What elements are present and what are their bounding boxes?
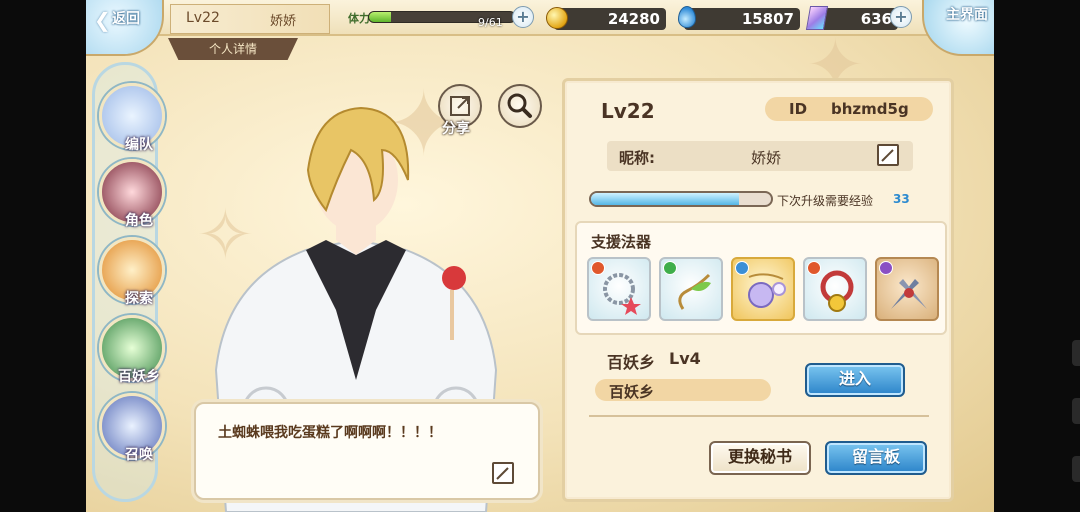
id-label: ID <box>789 100 808 118</box>
add-stamina-button[interactable]: + <box>512 6 534 28</box>
artifact-slot-1[interactable] <box>587 257 651 321</box>
nav-village-label: 百妖乡 <box>118 369 160 385</box>
edit-speech-icon[interactable] <box>492 462 514 484</box>
stamina-value: 9/61 <box>478 16 503 29</box>
share-label: 分享 <box>442 121 470 137</box>
exp-fill <box>591 193 739 205</box>
system-edge-dot <box>1072 398 1080 424</box>
village-pill: 百妖乡 <box>595 379 771 401</box>
id-value: bhzmd5g <box>831 100 909 118</box>
profile-level: Lv22 <box>601 99 655 123</box>
side-nav-rail: 编队 角色 探索 百妖乡 召唤 <box>92 62 165 502</box>
top-bar: Lv22 娇娇 体力 9/61 + 24280 15807 636 + <box>86 0 994 36</box>
zoom-button[interactable] <box>498 84 542 128</box>
home-button[interactable]: 主界面 <box>922 0 994 56</box>
left-letterbox <box>0 0 86 512</box>
nickname-label: 昵称: <box>619 149 655 167</box>
player-name: 娇娇 <box>270 14 297 29</box>
back-arrow-icon: ❮ <box>94 8 111 32</box>
panel-divider <box>589 415 929 417</box>
magnifier-icon <box>507 93 532 118</box>
artifact-slot-5[interactable] <box>875 257 939 321</box>
artifact-slot-2[interactable] <box>659 257 723 321</box>
nav-team-button[interactable]: 编队 <box>99 83 165 153</box>
exp-label: 下次升级需要经验 <box>777 194 874 208</box>
nickname-row: 昵称: 娇娇 <box>607 141 913 171</box>
home-label: 主界面 <box>946 7 988 23</box>
enter-village-button[interactable]: 进入 <box>805 363 905 397</box>
village-level: Lv4 <box>669 349 701 368</box>
artifact-slot-3[interactable] <box>731 257 795 321</box>
right-letterbox <box>994 0 1080 512</box>
spirit-amount: 15807 <box>684 8 800 30</box>
leaf-hook-icon <box>678 273 711 310</box>
gold-coin-icon <box>546 7 568 29</box>
speech-bubble: 土蜘蛛喂我吃蛋糕了啊啊啊！！！！ <box>194 402 540 500</box>
village-name: 百妖乡 <box>607 353 656 372</box>
profile-panel: Lv22 ID bhzmd5g 昵称: 娇娇 下次升级需要经验 33 支援法器 <box>562 78 954 502</box>
player-level: Lv22 <box>186 10 220 26</box>
message-board-button[interactable]: 留言板 <box>825 441 927 475</box>
nav-character-button[interactable]: 角色 <box>99 159 165 229</box>
back-button[interactable]: ❮ 返回 <box>86 0 164 56</box>
orb-necklace-icon <box>748 273 786 308</box>
add-gem-button[interactable]: + <box>890 6 912 28</box>
stamina-fill <box>369 12 391 22</box>
exp-value: 33 <box>893 192 910 206</box>
system-edge-dot <box>1072 456 1080 482</box>
change-secretary-button[interactable]: 更换秘书 <box>709 441 811 475</box>
nav-explore-button[interactable]: 探索 <box>99 237 165 307</box>
nav-summon-label: 召唤 <box>125 447 153 463</box>
village-pill-label: 百妖乡 <box>609 383 655 401</box>
star-bracelet-icon <box>603 273 641 315</box>
nav-explore-label: 探索 <box>125 291 153 307</box>
tab-profile-detail[interactable]: 个人详情 <box>168 38 298 60</box>
support-title: 支援法器 <box>591 233 652 251</box>
nav-summon-button[interactable]: 召唤 <box>99 393 165 463</box>
game-stage: ✦ ✦ ✧ 分享 土蜘蛛喂我吃蛋糕了啊啊啊！！！！ 编队 角色 探索 百妖乡 召… <box>86 0 994 512</box>
spirit-drop-icon <box>678 6 696 28</box>
back-label: 返回 <box>112 11 140 27</box>
system-edge-dot <box>1072 340 1080 366</box>
edit-nickname-icon[interactable] <box>877 144 899 166</box>
nickname-value: 娇娇 <box>751 149 782 167</box>
blade-pair-icon <box>891 279 927 309</box>
speech-text: 土蜘蛛喂我吃蛋糕了啊啊啊！！！！ <box>218 425 442 441</box>
support-artifacts: 支援法器 <box>575 221 947 335</box>
nav-character-label: 角色 <box>125 213 153 229</box>
gem-amount: 636 <box>816 8 898 30</box>
gold-amount: 24280 <box>554 8 666 30</box>
player-id-pill: ID bhzmd5g <box>765 97 933 121</box>
stamina-label: 体力 <box>348 12 370 25</box>
nav-team-label: 编队 <box>125 137 153 153</box>
nav-village-button[interactable]: 百妖乡 <box>99 315 165 385</box>
artifact-slot-4[interactable] <box>803 257 867 321</box>
bell-collar-icon <box>820 270 854 312</box>
exp-bar <box>589 191 773 207</box>
